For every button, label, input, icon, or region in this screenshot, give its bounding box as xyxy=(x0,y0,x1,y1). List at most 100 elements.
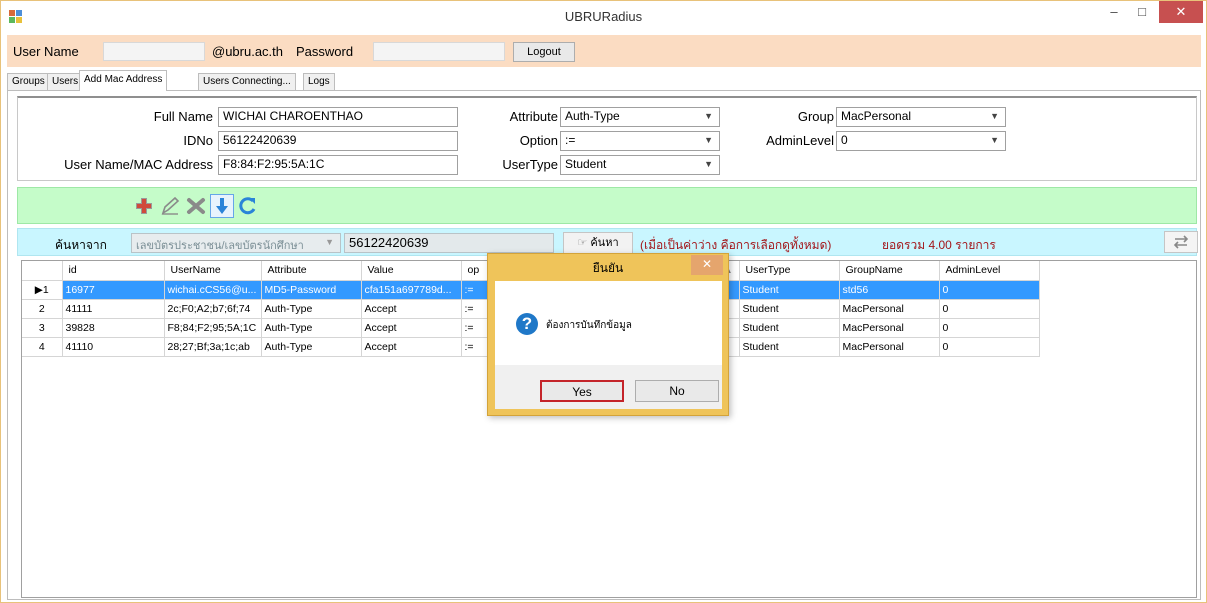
row-header[interactable]: ▶1 xyxy=(22,280,63,300)
cell-id[interactable]: 41110 xyxy=(62,337,165,357)
reload-button[interactable] xyxy=(1164,231,1198,253)
option-value: := xyxy=(565,133,576,147)
adminlevel-label: AdminLevel xyxy=(766,133,834,148)
edit-icon xyxy=(161,196,180,215)
cell-value[interactable]: Accept xyxy=(361,299,462,319)
cell-usertype[interactable]: Student xyxy=(739,318,840,338)
cell-username[interactable]: wichai.cCS56@u... xyxy=(164,280,262,300)
cell-groupname[interactable]: MacPersonal xyxy=(839,299,940,319)
search-bar: ค้นหาจาก เลขบัตรประชาชน/เลขบัตรนักศึกษา ▼… xyxy=(17,228,1198,256)
attribute-label: Attribute xyxy=(509,109,558,124)
adminlevel-select[interactable]: 0 ▼ xyxy=(836,131,1006,151)
chevron-down-icon: ▼ xyxy=(990,111,999,121)
no-button[interactable]: No xyxy=(635,380,719,402)
username-label: User Name xyxy=(13,44,79,59)
search-button[interactable]: ☞ ค้นหา xyxy=(563,232,633,254)
maximize-button[interactable]: □ xyxy=(1129,1,1155,23)
adminlevel-value: 0 xyxy=(841,133,848,147)
cell-adminlevel[interactable]: 0 xyxy=(939,299,1040,319)
usertype-value: Student xyxy=(565,157,607,171)
option-select[interactable]: := ▼ xyxy=(560,131,720,151)
column-header-attribute[interactable]: Attribute xyxy=(261,261,362,281)
title-bar: UBRURadius – □ ✕ xyxy=(1,1,1206,33)
cell-usertype[interactable]: Student xyxy=(739,337,840,357)
row-header[interactable]: 2 xyxy=(22,299,63,319)
chevron-down-icon: ▼ xyxy=(704,159,713,169)
tab-add-mac-address[interactable]: Add Mac Address xyxy=(79,70,168,91)
tab-users-connecting[interactable]: Users Connecting... xyxy=(198,73,296,90)
cell-attribute[interactable]: Auth-Type xyxy=(261,318,362,338)
record-total: ยอดรวม 4.00 รายการ xyxy=(882,238,996,252)
mac-address-label: User Name/MAC Address xyxy=(64,157,213,172)
current-row-arrow-icon: ▶ xyxy=(34,283,43,296)
group-value: MacPersonal xyxy=(841,109,912,123)
cell-adminlevel[interactable]: 0 xyxy=(939,337,1040,357)
search-field-value: เลขบัตรประชาชน/เลขบัตรนักศึกษา xyxy=(136,240,304,252)
column-header-value[interactable]: Value xyxy=(361,261,462,281)
refresh-button[interactable] xyxy=(236,194,260,218)
group-select[interactable]: MacPersonal ▼ xyxy=(836,107,1006,127)
app-window: UBRURadius – □ ✕ User Name @ubru.ac.th P… xyxy=(0,0,1207,603)
fullname-label: Full Name xyxy=(153,109,213,124)
cell-id[interactable]: 41111 xyxy=(62,299,165,319)
swap-arrows-icon xyxy=(1173,235,1189,249)
add-button[interactable] xyxy=(132,194,156,218)
dialog-footer: Yes No xyxy=(495,365,722,409)
logout-button[interactable]: Logout xyxy=(513,42,575,62)
usertype-select[interactable]: Student ▼ xyxy=(560,155,720,175)
confirm-dialog: ยืนยัน ✕ ? ต้องการบันทึกข้อมูล Yes No xyxy=(487,253,729,416)
save-button[interactable] xyxy=(210,194,234,218)
cell-value[interactable]: Accept xyxy=(361,337,462,357)
cell-attribute[interactable]: Auth-Type xyxy=(261,299,362,319)
cell-username[interactable]: 2c;F0;A2;b7;6f;74 xyxy=(164,299,262,319)
cell-id[interactable]: 16977 xyxy=(62,280,165,300)
column-header-groupname[interactable]: GroupName xyxy=(839,261,940,281)
user-form: Full Name WICHAI CHAROENTHAO IDNo 561224… xyxy=(17,96,1197,181)
cell-id[interactable]: 39828 xyxy=(62,318,165,338)
cell-adminlevel[interactable]: 0 xyxy=(939,318,1040,338)
row-header[interactable]: 4 xyxy=(22,337,63,357)
cell-attribute[interactable]: MD5-Password xyxy=(261,280,362,300)
column-header-username[interactable]: UserName xyxy=(164,261,262,281)
cell-groupname[interactable]: MacPersonal xyxy=(839,318,940,338)
cell-value[interactable]: cfa151a697789d... xyxy=(361,280,462,300)
tab-groups[interactable]: Groups xyxy=(7,73,50,90)
minimize-button[interactable]: – xyxy=(1101,1,1127,23)
column-header-usertype[interactable]: UserType xyxy=(739,261,840,281)
search-field-select[interactable]: เลขบัตรประชาชน/เลขบัตรนักศึกษา ▼ xyxy=(131,233,341,253)
delete-button[interactable] xyxy=(184,194,208,218)
close-button[interactable]: ✕ xyxy=(1159,1,1203,23)
add-icon xyxy=(136,198,152,214)
save-down-arrow-icon xyxy=(216,198,228,214)
cell-value[interactable]: Accept xyxy=(361,318,462,338)
attribute-select[interactable]: Auth-Type ▼ xyxy=(560,107,720,127)
cell-username[interactable]: 28;27;Bf;3a;1c;ab xyxy=(164,337,262,357)
dialog-close-button[interactable]: ✕ xyxy=(691,255,723,275)
row-number: 1 xyxy=(42,283,49,296)
search-button-label: ค้นหา xyxy=(590,237,619,249)
cell-usertype[interactable]: Student xyxy=(739,299,840,319)
tab-users[interactable]: Users xyxy=(47,73,84,90)
tab-logs[interactable]: Logs xyxy=(303,73,335,90)
cell-groupname[interactable]: std56 xyxy=(839,280,940,300)
question-icon: ? xyxy=(516,313,538,335)
username-input[interactable] xyxy=(103,42,205,61)
column-header-id[interactable]: id xyxy=(62,261,165,281)
option-label: Option xyxy=(519,133,558,148)
search-input[interactable]: 56122420639 xyxy=(344,233,554,253)
password-input[interactable] xyxy=(373,42,505,61)
dialog-message: ต้องการบันทึกข้อมูล xyxy=(546,320,632,331)
cell-attribute[interactable]: Auth-Type xyxy=(261,337,362,357)
cell-adminlevel[interactable]: 0 xyxy=(939,280,1040,300)
yes-button[interactable]: Yes xyxy=(540,380,624,402)
edit-button[interactable] xyxy=(158,194,182,218)
row-header[interactable]: 3 xyxy=(22,318,63,338)
delete-icon xyxy=(187,198,205,214)
cell-usertype[interactable]: Student xyxy=(739,280,840,300)
window-title: UBRURadius xyxy=(564,9,643,24)
cell-username[interactable]: F8;84;F2;95;5A;1C xyxy=(164,318,262,338)
group-label: Group xyxy=(797,109,834,124)
cell-groupname[interactable]: MacPersonal xyxy=(839,337,940,357)
chevron-down-icon: ▼ xyxy=(704,135,713,145)
column-header-adminlevel[interactable]: AdminLevel xyxy=(939,261,1040,281)
